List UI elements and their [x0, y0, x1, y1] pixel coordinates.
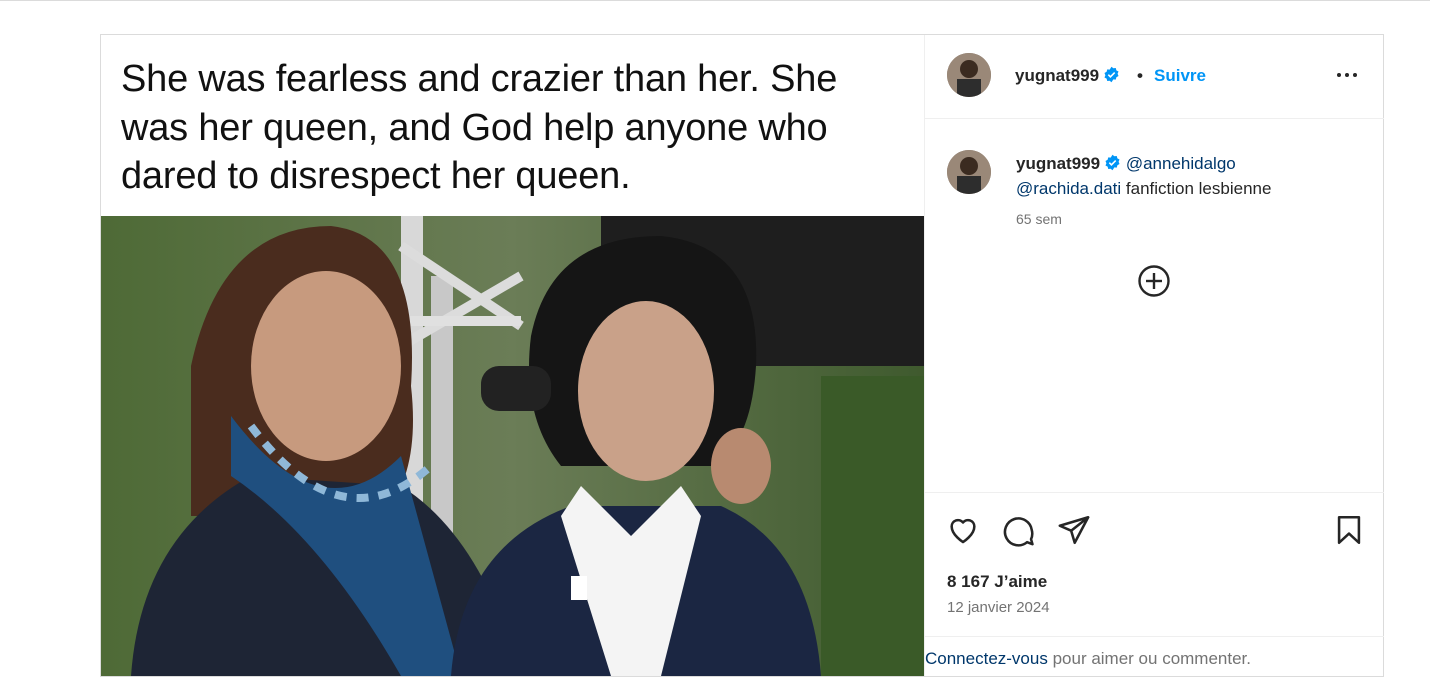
header-username-text[interactable]: yugnat999 — [1015, 66, 1099, 85]
login-prompt-rest: pour aimer ou commenter. — [1052, 649, 1251, 668]
login-prompt-text: Connectez-vous pour aimer ou commenter. — [925, 649, 1251, 669]
header-username[interactable]: yugnat999 — [1015, 66, 1120, 86]
comment-body: yugnat999 @annehidalgo @rachida.dati fan… — [1016, 151, 1366, 201]
mention-annehidalgo[interactable]: @annehidalgo — [1126, 154, 1236, 173]
image-caption-text: She was fearless and crazier than her. S… — [121, 58, 838, 197]
comment-text: fanfiction lesbienne — [1125, 179, 1272, 198]
likes-count[interactable]: 8 167 J’aime — [947, 572, 1047, 592]
verified-badge-icon — [1105, 154, 1120, 171]
post-date[interactable]: 12 janvier 2024 — [947, 599, 1050, 616]
avatar[interactable] — [947, 53, 991, 97]
top-divider — [0, 0, 1430, 1]
post-header: yugnat999 • Suivre — [925, 35, 1384, 119]
verified-badge-icon — [1104, 66, 1119, 83]
heart-icon[interactable] — [946, 513, 980, 547]
comment-time: 65 sem — [1016, 211, 1062, 227]
follow-button[interactable]: Suivre — [1154, 66, 1206, 86]
post-photo[interactable] — [101, 216, 924, 676]
comment-username[interactable]: yugnat999 — [1016, 154, 1100, 173]
post-card: She was fearless and crazier than her. S… — [100, 34, 1384, 677]
login-link[interactable]: Connectez-vous — [925, 649, 1048, 668]
add-circle-icon[interactable] — [1137, 264, 1171, 298]
caption-comment: yugnat999 @annehidalgo @rachida.dati fan… — [925, 119, 1384, 492]
bookmark-icon[interactable] — [1332, 513, 1366, 547]
mention-rachida-dati[interactable]: @rachida.dati — [1016, 179, 1121, 198]
separator-dot: • — [1137, 66, 1143, 85]
login-prompt: Connectez-vous pour aimer ou commenter. — [925, 636, 1384, 677]
action-bar: 8 167 J’aime 12 janvier 2024 — [925, 492, 1384, 637]
post-media: She was fearless and crazier than her. S… — [101, 35, 924, 676]
comment-icon[interactable] — [1002, 513, 1036, 547]
photo-illustration — [101, 216, 924, 676]
more-options-icon[interactable] — [1335, 63, 1359, 87]
share-icon[interactable] — [1057, 513, 1091, 547]
post-side-panel: yugnat999 • Suivre yugnat999 @annehidalg… — [924, 35, 1384, 676]
comment-avatar[interactable] — [947, 150, 991, 194]
